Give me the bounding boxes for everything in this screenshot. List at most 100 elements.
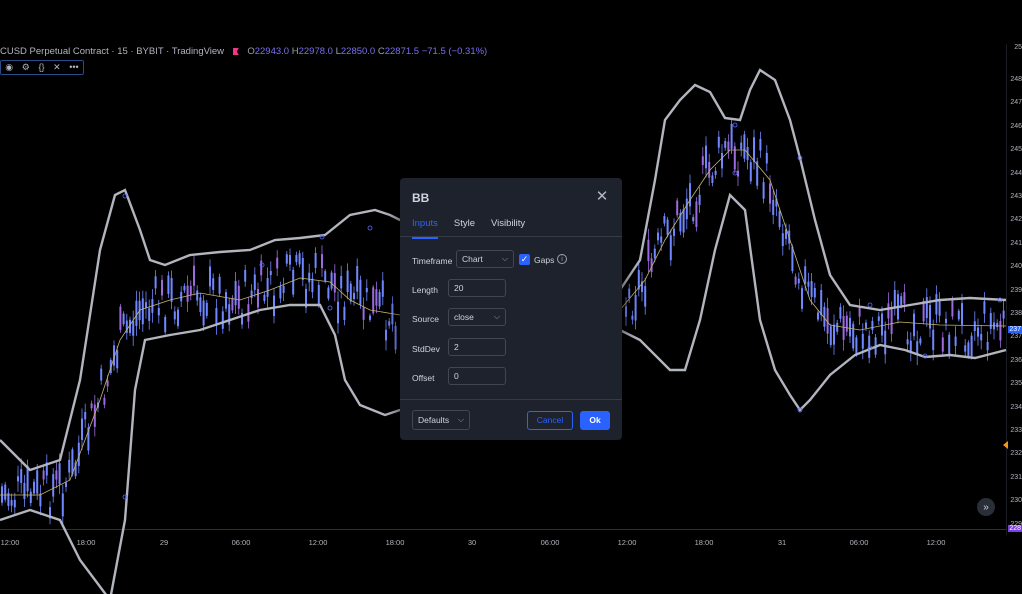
- alert-marker-icon: [1003, 441, 1008, 449]
- candle-body: [356, 266, 359, 292]
- candle-body: [749, 162, 752, 182]
- candle-body: [957, 310, 960, 320]
- gaps-checkbox[interactable]: ✓: [519, 254, 530, 265]
- candle-body: [977, 327, 979, 337]
- candle-body: [916, 341, 919, 355]
- time-tick: 12:00: [617, 538, 637, 547]
- timeframe-select[interactable]: Chart ⌵: [456, 250, 514, 268]
- candle-body: [865, 322, 867, 329]
- footer-divider: [400, 399, 622, 400]
- time-tick: 18:00: [694, 538, 714, 547]
- flag-icon[interactable]: [232, 48, 239, 55]
- candle-body: [893, 289, 896, 307]
- price-tick: 234: [1010, 403, 1022, 411]
- stddev-input[interactable]: 2: [448, 338, 506, 356]
- source-code-icon[interactable]: {}: [38, 63, 44, 72]
- candle-body: [164, 316, 167, 333]
- indicator-toolbar: ◉ ⚙ {} ✕ •••: [0, 60, 84, 75]
- candle-body: [682, 209, 685, 233]
- candle-body: [327, 287, 330, 299]
- candle-body: [346, 270, 349, 293]
- candle-body: [324, 271, 327, 282]
- candle-body: [33, 481, 35, 494]
- settings-icon[interactable]: ⚙: [22, 63, 30, 72]
- candle-body: [769, 183, 771, 204]
- candle-body: [58, 463, 61, 485]
- candle-body: [52, 474, 55, 497]
- candle-body: [90, 403, 93, 409]
- candle-body: [29, 491, 32, 503]
- candle-body: [938, 298, 941, 316]
- candle-body: [103, 397, 106, 405]
- ok-button[interactable]: Ok: [580, 411, 610, 430]
- candle-body: [877, 316, 880, 321]
- high-value: 22978.0: [298, 46, 333, 57]
- candle-body: [292, 269, 295, 295]
- candle-body: [970, 335, 973, 357]
- candle-body: [836, 322, 839, 332]
- candle-body: [330, 272, 333, 289]
- candle-body: [701, 156, 704, 165]
- close-icon[interactable]: ✕: [53, 63, 61, 72]
- candle-body: [669, 235, 672, 261]
- candle-body: [119, 306, 122, 330]
- candle-body: [781, 233, 784, 247]
- offset-input[interactable]: 0: [448, 367, 506, 385]
- candle-body: [999, 320, 1002, 341]
- band-dot: [732, 122, 738, 128]
- candle-body: [173, 311, 176, 320]
- candle-body: [180, 291, 183, 302]
- defaults-dropdown[interactable]: Defaults ⌵: [412, 410, 470, 430]
- candle-body: [116, 350, 119, 369]
- candle-body: [1, 486, 3, 503]
- candle-body: [273, 295, 275, 317]
- timeframe-label: Timeframe: [412, 256, 453, 266]
- candle-body: [282, 285, 285, 293]
- candle-body: [961, 303, 963, 325]
- candle-body: [365, 287, 368, 293]
- candle-body: [842, 315, 845, 340]
- price-tick: 231: [1010, 473, 1022, 481]
- last-price-label: 228: [1008, 525, 1022, 532]
- band-dot: [867, 302, 873, 308]
- candle-body: [65, 482, 67, 487]
- price-tick: 25: [1014, 44, 1022, 51]
- price-tick: 236: [1010, 356, 1022, 364]
- candle-body: [36, 470, 39, 494]
- candle-body: [186, 285, 189, 302]
- info-icon[interactable]: i: [557, 254, 567, 264]
- chevron-down-icon: ⌵: [493, 312, 500, 321]
- close-icon[interactable]: ✕: [595, 189, 609, 204]
- tab-divider: [400, 236, 622, 237]
- candle-body: [813, 288, 816, 298]
- candle-body: [177, 309, 179, 327]
- candle-body: [666, 219, 669, 235]
- candle-body: [685, 198, 688, 220]
- candle-body: [23, 482, 26, 500]
- candle-body: [289, 255, 291, 265]
- scroll-to-realtime-button[interactable]: »: [977, 498, 995, 516]
- candle-body: [740, 142, 743, 150]
- defaults-label: Defaults: [418, 415, 450, 425]
- candle-body: [218, 276, 221, 294]
- candle-body: [314, 252, 317, 268]
- candle-body: [884, 330, 887, 355]
- more-icon[interactable]: •••: [69, 63, 78, 72]
- cancel-button[interactable]: Cancel: [527, 411, 573, 430]
- source-select[interactable]: close ⌵: [448, 308, 506, 326]
- candle-body: [221, 311, 224, 329]
- candle-body: [721, 153, 723, 169]
- time-tick: 18:00: [385, 538, 405, 547]
- symbol-title: CUSD Perpetual Contract · 15 · BYBIT · T…: [0, 46, 225, 57]
- chart-legend: CUSD Perpetual Contract · 15 · BYBIT · T…: [0, 46, 487, 57]
- eye-icon[interactable]: ◉: [5, 63, 13, 72]
- candle-body: [199, 297, 202, 313]
- candle-body: [225, 292, 227, 309]
- candle-body: [388, 321, 391, 326]
- candle-body: [890, 309, 893, 334]
- double-chevron-right-icon: »: [983, 501, 989, 513]
- length-input[interactable]: 20: [448, 279, 506, 297]
- candle-body: [193, 265, 195, 286]
- candle-body: [810, 281, 813, 298]
- candle-body: [359, 279, 362, 305]
